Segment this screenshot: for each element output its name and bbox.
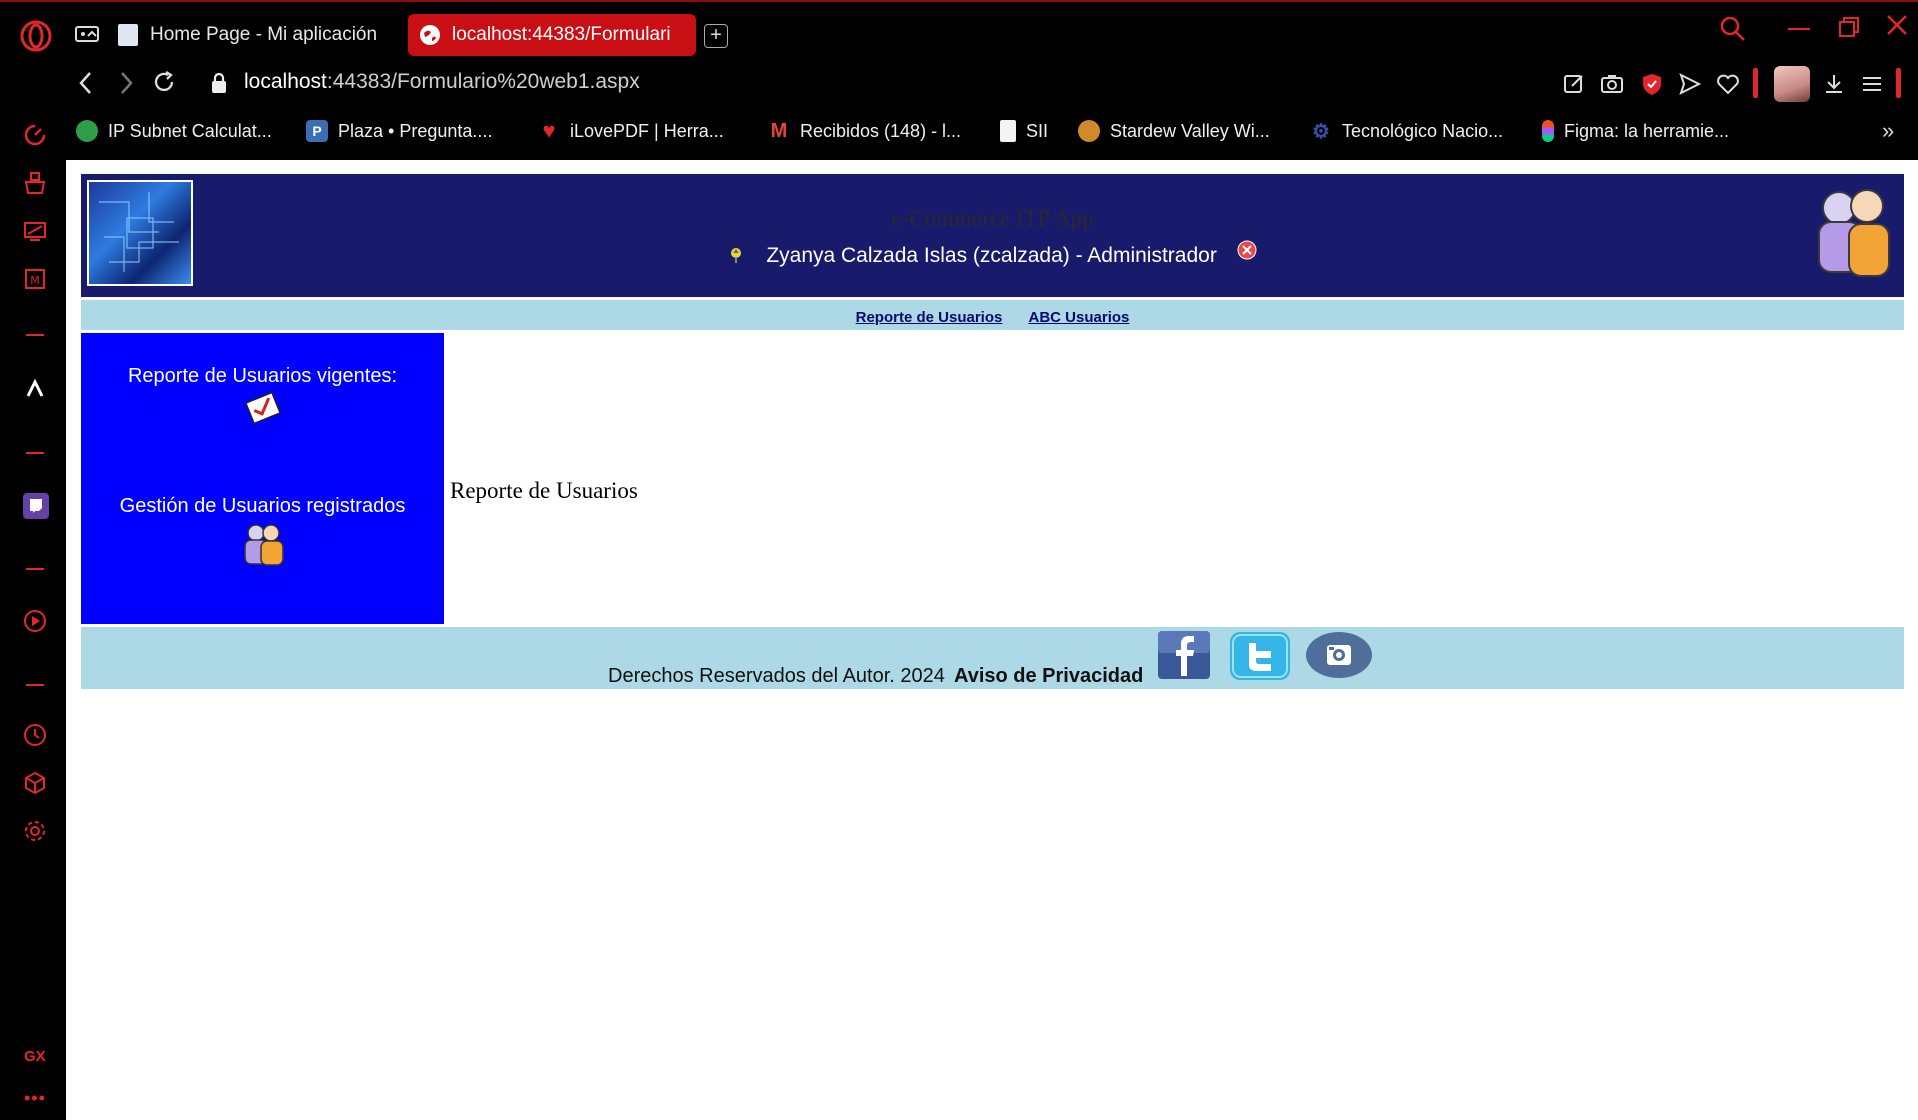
more-bookmarks-icon[interactable]: » [1882,118,1894,144]
bookmark-tecnologico[interactable]: ⚙ Tecnológico Nacio... [1310,118,1503,144]
bookmark-label: Figma: la herramie... [1564,120,1730,141]
maximize-icon[interactable] [1838,16,1860,45]
tab-localhost-formulario[interactable]: localhost:44383/Formulari [408,14,696,56]
sidebar-more-icon[interactable]: ••• [24,1088,46,1109]
tab-bar: Home Page - Mi aplicación localhost:4438… [0,0,1918,66]
sidebar-separator [26,684,44,686]
chicken-icon [1078,120,1100,142]
minimize-icon[interactable] [1788,28,1810,30]
report-checklist-icon[interactable] [243,391,283,425]
gear-icon: ⚙ [1312,120,1330,143]
facebook-icon[interactable] [1157,630,1211,680]
bookmark-gmail[interactable]: M Recibidos (148) - l... [768,118,961,144]
report-users-label: Reporte de Usuarios vigentes: [127,365,398,387]
send-icon[interactable] [1678,72,1702,96]
tab-label: Home Page - Mi aplicación [150,24,378,45]
limiter-icon[interactable] [22,218,48,244]
instagram-icon[interactable] [1305,631,1373,679]
nav-menu: Reporte de Usuarios ABC Usuarios [81,300,1904,330]
sidebar-separator [26,334,44,336]
site-logo [87,180,193,286]
aria-icon[interactable] [22,376,48,402]
close-window-icon[interactable] [1886,14,1908,43]
bookmark-ilovepdf[interactable]: ♥ iLovePDF | Herra... [538,118,724,144]
p-icon: P [306,120,328,142]
user-name-role: Zyanya Calzada Islas (zcalzada) - Admini… [766,244,1217,267]
history-icon[interactable] [22,722,48,748]
extensions-cube-icon[interactable] [22,770,48,796]
address-bar[interactable]: localhost:44383/Formulario%20web1.aspx [244,70,640,94]
player-icon[interactable] [22,608,48,634]
reload-icon[interactable] [152,70,176,101]
site-footer: Derechos Reservados del Autor. 2024 Avis… [81,627,1904,689]
privacy-notice-link[interactable]: Aviso de Privacidad [954,665,1143,688]
globe-icon [76,120,98,142]
forward-icon[interactable] [116,70,136,103]
menu-abc-usuarios[interactable]: ABC Usuarios [1029,309,1130,326]
tab-home-page[interactable]: Home Page - Mi aplicación [118,14,388,56]
bookmark-label: Recibidos (148) - l... [800,120,962,141]
hot-tabs-icon[interactable]: M [22,266,48,292]
figma-icon [1542,120,1554,142]
separator-bar [1896,68,1901,98]
bookmark-label: Plaza • Pregunta.... [338,120,493,141]
favorites-heart-icon[interactable] [1716,72,1740,96]
copyright-text: Derechos Reservados del Autor. 2024 [608,665,945,687]
bookmark-ip-subnet[interactable]: IP Subnet Calculat... [76,118,272,144]
opera-sidebar: M GX ••• [0,106,66,1120]
user-status-icon [728,246,744,264]
manage-users-label: Gestión de Usuarios registrados [119,495,406,517]
settings-gear-icon[interactable] [22,818,48,844]
cleaner-icon[interactable] [22,170,48,196]
content-title: Reporte de Usuarios [450,478,638,503]
search-tabs-icon[interactable] [1720,16,1746,49]
bookmark-label: SII [1026,120,1049,141]
page-icon [118,24,138,46]
adblock-shield-icon[interactable] [1640,72,1664,96]
heart-icon: ♥ [542,118,556,143]
site-header: e-Commerce ITP App Zyanya Calzada Islas … [81,174,1904,297]
bookmark-sii[interactable]: SII [1000,118,1048,144]
document-icon [1000,120,1016,142]
logout-icon[interactable] [1237,240,1257,260]
users-group-icon [1809,180,1899,284]
twitter-icon[interactable] [1229,631,1291,681]
bookmark-stardew[interactable]: Stardew Valley Wi... [1078,118,1270,144]
address-host: localhost [244,70,327,93]
user-info: Zyanya Calzada Islas (zcalzada) - Admini… [81,240,1904,268]
lock-icon[interactable] [210,72,228,99]
menu-reporte-usuarios[interactable]: Reporte de Usuarios [856,309,1003,326]
gx-label[interactable]: GX [24,1048,46,1065]
bookmark-label: Stardew Valley Wi... [1110,120,1270,141]
opera-logo-icon[interactable] [20,20,52,52]
download-icon[interactable] [1822,72,1846,96]
bookmark-label: IP Subnet Calculat... [108,120,272,141]
new-tab-button[interactable]: + [704,24,728,48]
tab-snapshot-icon[interactable] [74,24,100,44]
bookmark-figma[interactable]: Figma: la herramie... [1542,118,1729,144]
camera-icon[interactable] [1600,72,1624,96]
tab-label: localhost:44383/Formulari [452,24,671,45]
sidebar-separator [26,452,44,454]
manage-users-icon[interactable] [239,521,289,567]
globe-icon [420,25,440,45]
separator-bar [1753,68,1758,98]
bookmark-label: iLovePDF | Herra... [570,120,724,141]
sidebar-separator [26,568,44,570]
bookmark-label: Tecnológico Nacio... [1342,120,1504,141]
web-page: e-Commerce ITP App Zyanya Calzada Islas … [66,160,1918,1120]
address-path: :44383/Formulario%20web1.aspx [326,70,640,93]
back-icon[interactable] [76,70,96,103]
gmail-icon: M [770,119,788,142]
svg-text:M: M [30,274,40,287]
app-title: e-Commerce ITP App [891,206,1094,231]
profile-avatar[interactable] [1774,66,1810,102]
twitch-icon[interactable] [22,492,49,519]
edit-page-icon[interactable] [1562,72,1586,96]
bookmark-plaza[interactable]: P Plaza • Pregunta.... [306,118,492,144]
speed-dial-icon[interactable] [22,122,48,148]
easy-setup-icon[interactable] [1860,72,1884,96]
left-panel: Reporte de Usuarios vigentes: Gestión de… [81,333,444,624]
